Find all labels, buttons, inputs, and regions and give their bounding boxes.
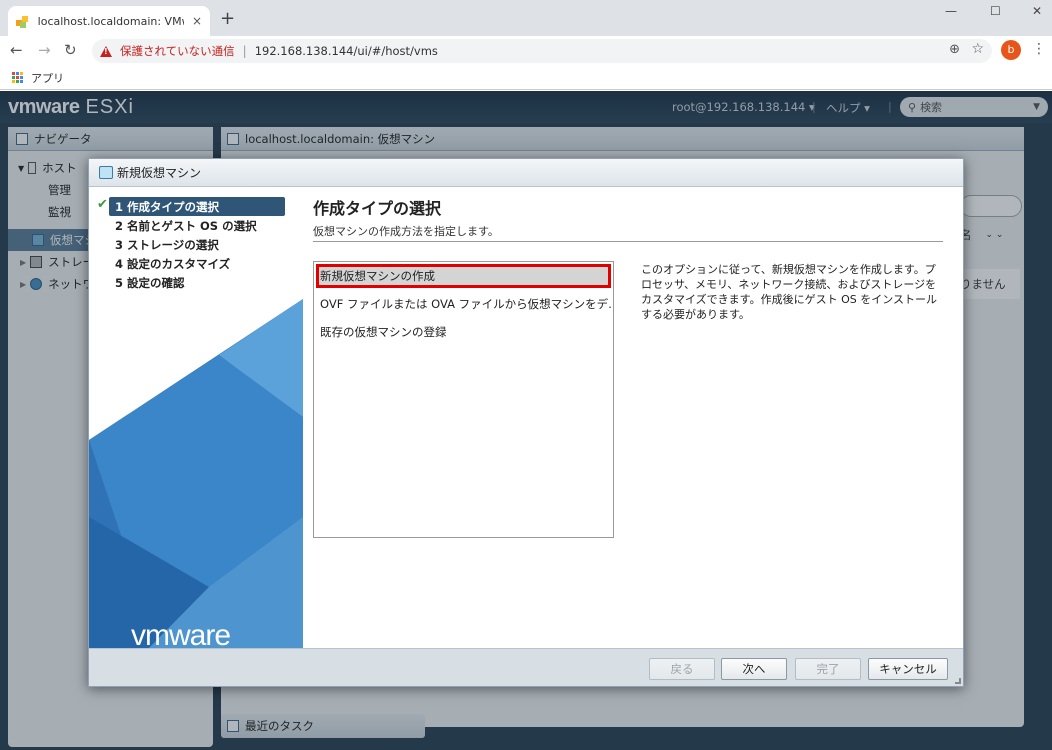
new-tab-button[interactable]: + bbox=[220, 8, 235, 29]
option-deploy-ovf[interactable]: OVF ファイルまたは OVA ファイルから仮想マシンをデ… bbox=[316, 292, 611, 316]
wizard-titlebar[interactable]: 新規仮想マシン bbox=[89, 159, 963, 187]
browser-tabstrip: localhost.localdomain: VMware E × + — ☐ … bbox=[0, 0, 1052, 36]
option-create-new-vm[interactable]: 新規仮想マシンの作成 bbox=[316, 264, 611, 288]
check-icon: ✔ bbox=[97, 197, 108, 212]
resize-handle-icon[interactable] bbox=[955, 678, 961, 684]
wizard-step-3[interactable]: 3 ストレージの選択 bbox=[109, 235, 285, 254]
bookmark-star-icon[interactable]: ☆ bbox=[971, 41, 984, 57]
security-status[interactable]: 保護されていない通信 bbox=[120, 43, 235, 59]
page-subtitle: 仮想マシンの作成方法を指定します。 bbox=[313, 225, 499, 238]
cancel-button[interactable]: キャンセル bbox=[868, 658, 948, 680]
bookmarks-bar: アプリ bbox=[0, 66, 1052, 90]
zoom-icon[interactable]: ⊕ bbox=[949, 42, 960, 57]
apps-grid-icon[interactable] bbox=[12, 72, 23, 83]
wizard-steps-panel: ✔ 1 作成タイプの選択 2 名前とゲスト OS の選択 3 ストレージの選択 … bbox=[89, 187, 303, 648]
wizard-step-1[interactable]: 1 作成タイプの選択 bbox=[109, 197, 285, 216]
browser-toolbar: ← → ↻ 保護されていない通信 | 192.168.138.144/ui/#/… bbox=[0, 36, 1052, 66]
finish-button[interactable]: 完了 bbox=[795, 658, 861, 680]
option-description: このオプションに従って、新規仮想マシンを作成します。プロセッサ、メモリ、ネットワ… bbox=[641, 263, 937, 321]
new-vm-wizard: 新規仮想マシン ✔ 1 作成タイプの選択 2 名前とゲスト OS の選択 3 ス… bbox=[88, 158, 964, 687]
back-button[interactable]: 戻る bbox=[649, 658, 715, 680]
wizard-title: 新規仮想マシン bbox=[117, 166, 202, 180]
wizard-content: 作成タイプの選択 仮想マシンの作成方法を指定します。 新規仮想マシンの作成 OV… bbox=[303, 187, 963, 648]
close-window-button[interactable]: ✕ bbox=[1032, 4, 1042, 18]
wizard-step-4[interactable]: 4 設定のカスタマイズ bbox=[109, 254, 285, 273]
vmware-brand-logo: vmware bbox=[131, 619, 231, 648]
reload-button[interactable]: ↻ bbox=[64, 41, 77, 59]
warning-icon bbox=[100, 45, 112, 57]
profile-avatar[interactable]: b bbox=[1001, 40, 1021, 60]
maximize-button[interactable]: ☐ bbox=[990, 4, 1001, 18]
wizard-step-2[interactable]: 2 名前とゲスト OS の選択 bbox=[109, 216, 285, 235]
browser-tab[interactable]: localhost.localdomain: VMware E × bbox=[8, 6, 210, 36]
vmware-favicon-icon bbox=[16, 14, 30, 28]
url-text[interactable]: 192.168.138.144/ui/#/host/vms bbox=[255, 44, 438, 58]
page-title: 作成タイプの選択 bbox=[313, 199, 442, 218]
tab-close-icon[interactable]: × bbox=[192, 14, 202, 28]
browser-menu-icon[interactable]: ⋮ bbox=[1032, 41, 1046, 57]
divider bbox=[313, 241, 943, 242]
tab-title: localhost.localdomain: VMware E bbox=[37, 14, 184, 28]
address-divider: | bbox=[242, 44, 247, 58]
back-button[interactable]: ← bbox=[10, 41, 23, 59]
forward-button[interactable]: → bbox=[38, 41, 51, 59]
creation-type-list[interactable]: 新規仮想マシンの作成 OVF ファイルまたは OVA ファイルから仮想マシンをデ… bbox=[313, 261, 614, 538]
address-bar[interactable]: 保護されていない通信 | 192.168.138.144/ui/#/host/v… bbox=[92, 39, 992, 63]
bookmark-apps[interactable]: アプリ bbox=[31, 70, 64, 86]
next-button[interactable]: 次へ bbox=[721, 658, 787, 680]
wizard-footer: 戻る 次へ 完了 キャンセル bbox=[89, 648, 963, 686]
new-vm-icon bbox=[99, 166, 113, 179]
wizard-step-5[interactable]: 5 設定の確認 bbox=[109, 273, 285, 292]
option-register-vm[interactable]: 既存の仮想マシンの登録 bbox=[316, 320, 611, 344]
minimize-button[interactable]: — bbox=[945, 4, 957, 18]
